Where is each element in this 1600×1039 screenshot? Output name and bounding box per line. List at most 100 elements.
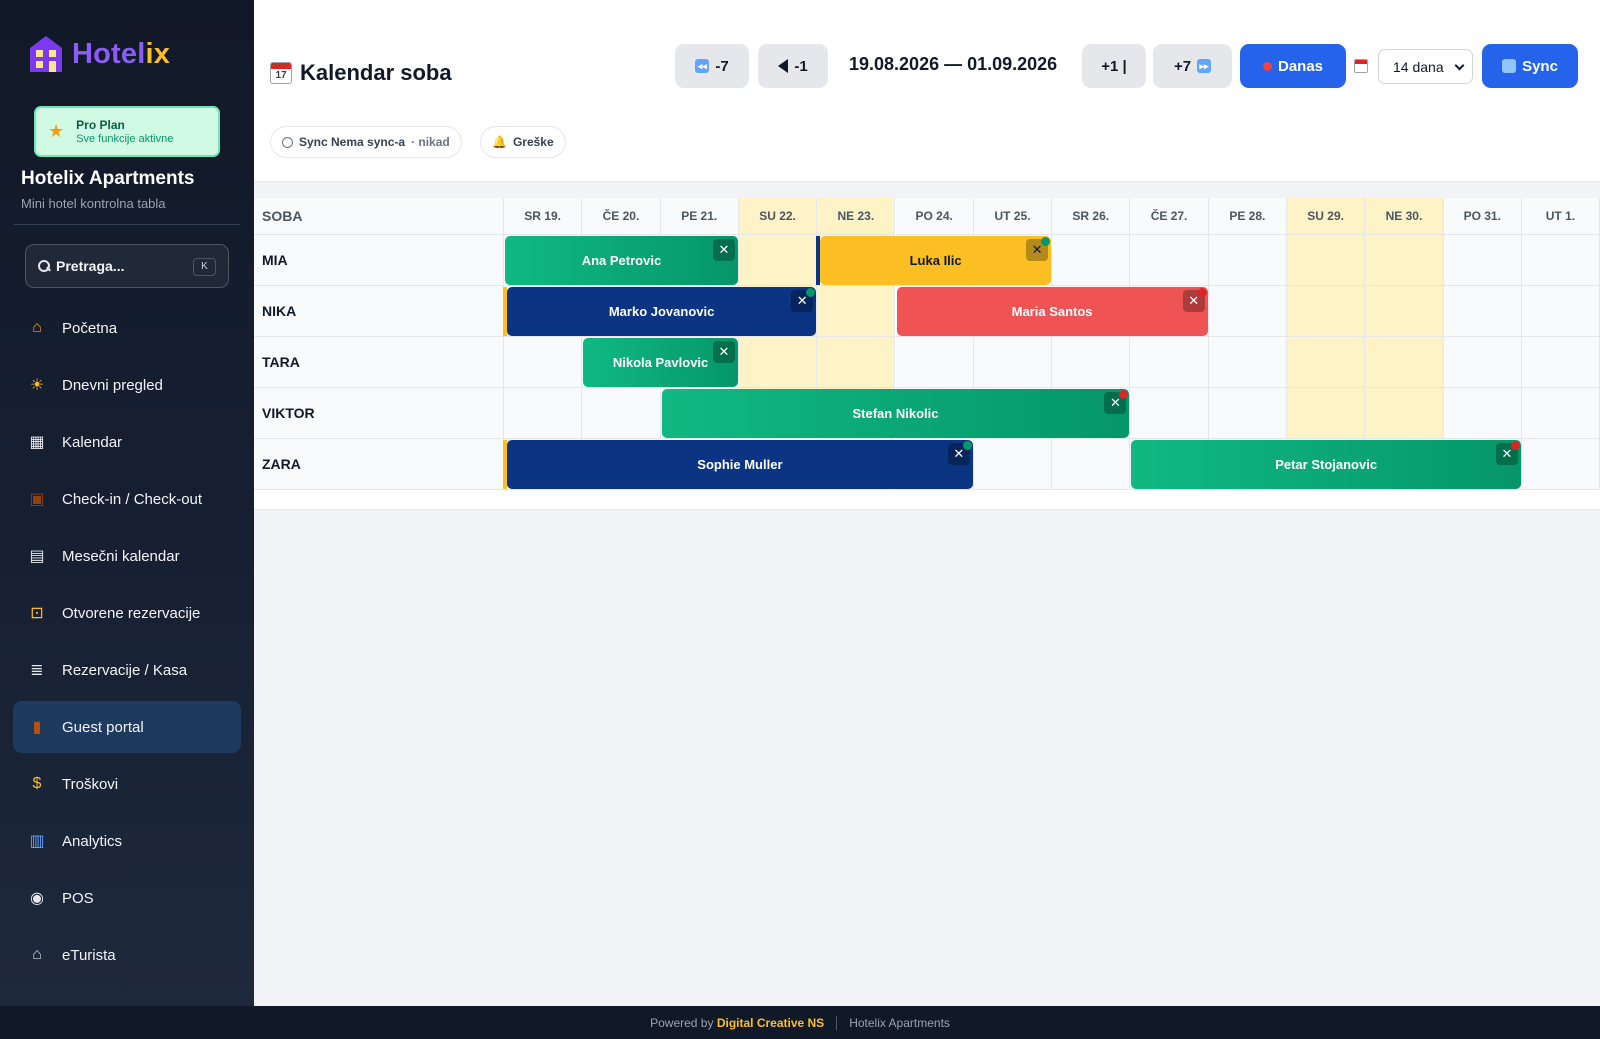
day-cell[interactable] [1365,235,1444,286]
sidebar-item-rezervacije-kasa[interactable]: ≣ Rezervacije / Kasa [13,644,241,696]
day-cell[interactable] [1521,388,1600,439]
sidebar-item-label: Rezervacije / Kasa [62,661,188,679]
day-cell[interactable] [1287,388,1366,439]
day-cell[interactable] [1443,337,1522,388]
day-cell[interactable] [1052,337,1131,388]
footer-divider [836,1015,838,1030]
day-cell[interactable] [738,337,818,388]
day-cell[interactable] [1130,235,1209,286]
booking-bar[interactable]: Marko Jovanovic ✕ [507,287,817,336]
back-1-label: -1 [794,57,808,75]
errors-chip[interactable]: 🔔 Greške [480,126,566,158]
day-cell[interactable] [1287,286,1366,337]
sidebar-item-eturista[interactable]: ⌂ eTurista [13,929,241,981]
close-icon[interactable]: ✕ [1026,237,1051,261]
day-cell[interactable] [1365,388,1444,439]
back-7-days-button[interactable]: ◂◂ -7 [675,44,749,88]
sidebar-item-mesečni-kalendar[interactable]: ▤ Mesečni kalendar [13,530,241,582]
sidebar-item-početna[interactable]: ⌂ Početna [13,302,241,354]
sidebar-item-label: Mesečni kalendar [62,547,180,565]
day-cell[interactable] [1443,286,1522,337]
day-cell[interactable] [504,337,583,388]
day-cell[interactable] [895,337,974,388]
day-cell[interactable] [1130,388,1209,439]
booking-bar[interactable]: Luka Ilic ✕ [820,236,1052,285]
search-placeholder: Pretraga... [56,258,125,274]
day-cell[interactable] [973,337,1053,388]
day-cell[interactable] [1443,235,1522,286]
day-cell[interactable] [1287,337,1366,388]
day-cell[interactable] [1130,337,1209,388]
day-cell[interactable] [582,388,661,439]
day-cell[interactable] [1521,337,1600,388]
status-dot-icon [1197,288,1207,297]
booking-bar[interactable]: Petar Stojanovic ✕ [1131,440,1521,489]
footer-brand-link[interactable]: Digital Creative NS [717,1016,824,1030]
day-cell[interactable] [973,439,1053,490]
sync-button[interactable]: Sync [1482,44,1578,88]
day-cell[interactable] [1052,439,1131,490]
day-cell[interactable] [738,235,818,286]
sidebar-item-label: Check-in / Check-out [62,490,203,508]
sidebar-item-kalendar[interactable]: ▦ Kalendar [13,416,241,468]
status-dot-icon [1041,237,1051,246]
sidebar-item-troškovi[interactable]: $ Troškovi [13,758,241,810]
sidebar-item-label: POS [62,889,94,907]
sidebar-item-otvorene-rezervacije[interactable]: ⊡ Otvorene rezervacije [13,587,241,639]
close-icon[interactable]: ✕ [1182,288,1207,312]
close-icon[interactable]: ✕ [712,341,735,363]
day-cell[interactable] [1521,286,1600,337]
forward-7-days-button[interactable]: +7 ▸▸ [1153,44,1232,88]
booking-bar[interactable]: Maria Santos ✕ [896,287,1208,336]
booking-bar[interactable]: Ana Petrovic ✕ [505,236,738,285]
booking-bar[interactable]: Stefan Nikolic ✕ [661,389,1130,438]
day-cell[interactable] [1208,286,1287,337]
calendar-toolbar: 17 Kalendar soba ◂◂ -7 -1 19.08.2026 — 0… [254,0,1600,182]
close-icon[interactable]: ✕ [947,441,972,465]
plan-badge[interactable]: ★ Pro Plan Sve funkcije aktivne [34,106,220,157]
clock-icon [282,136,293,148]
sync-status-chip[interactable]: Sync Nema sync-a · nikad [270,126,462,158]
today-button[interactable]: Danas [1240,44,1346,88]
day-header: UT 25. [973,198,1053,235]
sidebar-item-pos[interactable]: ◉ POS [13,872,241,924]
hotel-logo-icon [30,36,62,72]
booking-bar[interactable]: Sophie Muller ✕ [507,440,973,489]
room-calendar-grid: SOBA SR 19. ČE 20. PE 21. SU 22. NE 23. PO 24.… [254,198,1600,510]
day-cell[interactable] [1365,286,1444,337]
chevron-down-icon [1454,60,1465,71]
day-cell[interactable] [1208,337,1287,388]
sidebar-item-label: Početna [62,319,118,337]
day-cell[interactable] [1208,388,1287,439]
booking-bar[interactable]: Nikola Pavlovic ✕ [583,338,738,387]
back-1-day-button[interactable]: -1 [758,44,828,88]
day-cell[interactable] [1521,235,1600,286]
day-cell[interactable] [1052,235,1131,286]
sidebar-item-label: Analytics [62,832,123,850]
sidebar-item-check-in-check-out[interactable]: ▣ Check-in / Check-out [13,473,241,525]
sidebar-item-dnevni-pregled[interactable]: ☀ Dnevni pregled [13,359,241,411]
day-cell[interactable] [1287,235,1366,286]
sync-status-time: · nikad [411,135,450,149]
booking-guest-name: Luka Ilic [909,253,962,268]
sidebar-item-analytics[interactable]: ▥ Analytics [13,815,241,867]
day-cell[interactable] [1365,337,1444,388]
search-input[interactable]: Pretraga... K [25,244,229,288]
day-cell[interactable] [1521,439,1600,490]
close-icon[interactable]: ✕ [791,288,816,312]
status-dot-icon [1510,441,1520,450]
day-cell[interactable] [1208,235,1287,286]
close-icon[interactable]: ✕ [1104,390,1129,414]
close-icon[interactable]: ✕ [1495,441,1520,465]
period-select[interactable]: 14 dana [1378,49,1473,84]
day-cell[interactable] [504,388,583,439]
day-cell[interactable] [1443,388,1522,439]
hotel-name: Hotelix Apartments [21,168,195,189]
app-logo[interactable]: Hotelix [28,34,170,74]
room-row-label: VIKTOR [254,388,504,439]
day-cell[interactable] [817,337,896,388]
close-icon[interactable]: ✕ [712,239,735,261]
forward-1-day-button[interactable]: +1 | [1082,44,1146,88]
sidebar-item-guest-portal[interactable]: ▮ Guest portal [13,701,241,753]
day-cell[interactable] [817,286,896,337]
